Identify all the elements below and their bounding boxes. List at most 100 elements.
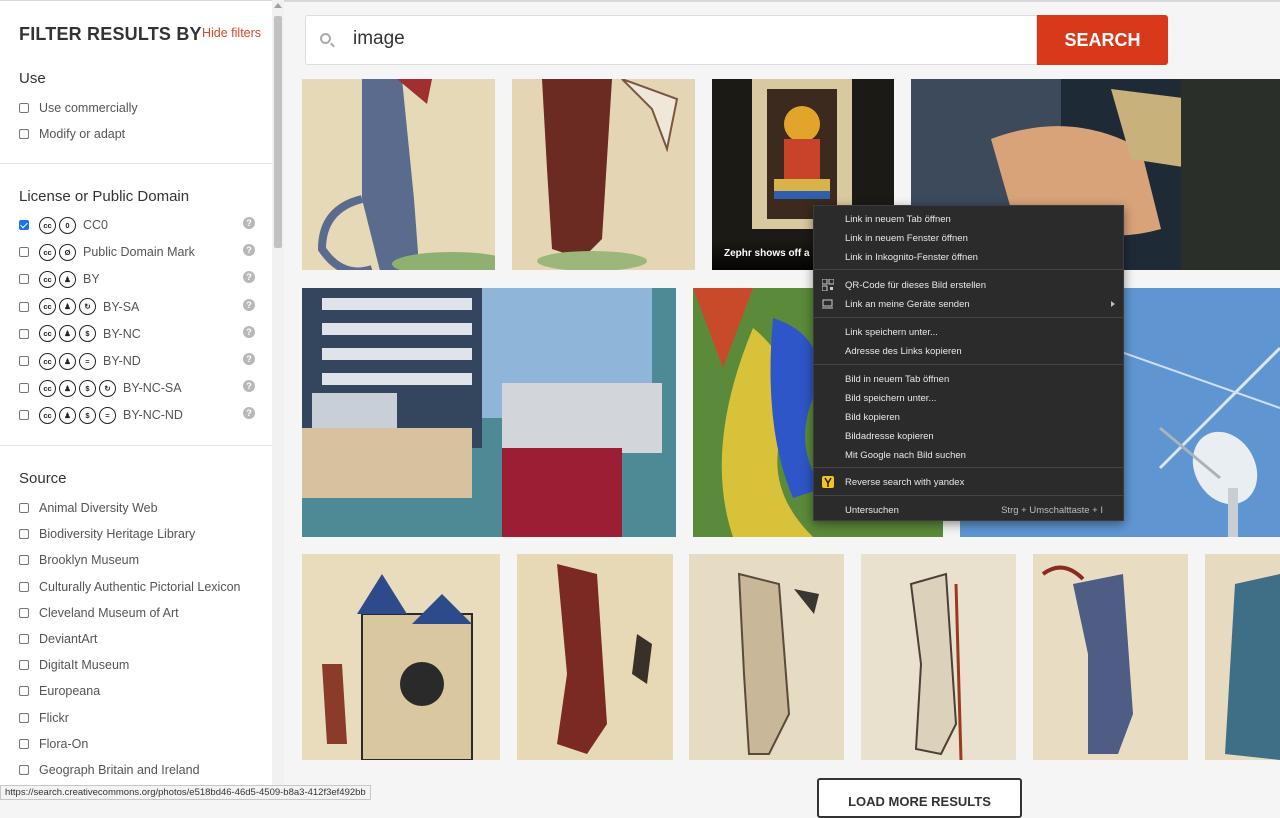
result-image-manuscript-goat[interactable]: [861, 554, 1016, 760]
modify-or-adapt-filter[interactable]: Modify or adapt: [19, 125, 125, 143]
source-filter-brooklyn-museum[interactable]: Brooklyn Museum: [19, 551, 139, 569]
by-icon: ♟: [59, 379, 76, 397]
result-image-manuscript-castle[interactable]: [302, 554, 500, 760]
menu-label: Link in neuem Fenster öffnen: [845, 232, 968, 244]
checkbox[interactable]: [19, 410, 29, 421]
menu-item-search-image-google[interactable]: Mit Google nach Bild suchen: [814, 446, 1123, 464]
help-icon[interactable]: ?: [243, 271, 255, 284]
result-thumbnail: [1205, 554, 1280, 760]
source-filter-digitait-museum[interactable]: DigitaIt Museum: [19, 656, 129, 674]
filter-label: Biodiversity Heritage Library: [39, 527, 196, 542]
result-image-manuscript-teal-beast[interactable]: [1205, 554, 1280, 760]
filter-label: Cleveland Museum of Art: [39, 605, 179, 620]
checkbox[interactable]: [19, 738, 29, 749]
by-icon: ♟: [59, 270, 76, 288]
checkbox[interactable]: [19, 607, 29, 618]
menu-item-inspect[interactable]: Untersuchen Strg + Umschalttaste + I: [814, 501, 1123, 519]
checkbox[interactable]: [19, 220, 29, 230]
help-icon[interactable]: ?: [243, 244, 255, 257]
filter-label: Flora-On: [39, 736, 89, 751]
zero-icon: 0: [59, 216, 76, 234]
result-image-blue-creature[interactable]: [302, 79, 495, 270]
source-filter-europeana[interactable]: Europeana: [19, 682, 100, 700]
result-thumbnail: [689, 554, 844, 760]
checkbox[interactable]: [19, 247, 29, 258]
search-input[interactable]: [353, 28, 953, 50]
scrollbar-thumb[interactable]: [274, 16, 282, 248]
checkbox[interactable]: [19, 383, 29, 394]
use-commercially-filter[interactable]: Use commercially: [19, 99, 138, 117]
result-image-manuscript-red-figure[interactable]: [517, 554, 673, 760]
checkbox[interactable]: [19, 103, 29, 113]
menu-item-copy-image-address[interactable]: Bildadresse kopieren: [814, 427, 1123, 445]
license-filter-by[interactable]: cc ♟ BY: [19, 270, 100, 288]
source-filter-flora-on[interactable]: Flora-On: [19, 735, 88, 753]
menu-item-reverse-search-yandex[interactable]: Reverse search with yandex: [814, 473, 1123, 491]
filter-label: DigitaIt Museum: [39, 658, 130, 673]
menu-item-open-link-new-window[interactable]: Link in neuem Fenster öffnen: [814, 229, 1123, 247]
sidebar-scrollbar[interactable]: [272, 0, 284, 800]
checkbox[interactable]: [19, 581, 29, 592]
license-filter-by-nc-nd[interactable]: cc ♟ $ = BY-NC-ND: [19, 406, 183, 424]
checkbox[interactable]: [19, 765, 29, 775]
hide-filters-link[interactable]: Hide filters: [202, 26, 261, 40]
section-divider: [0, 445, 272, 446]
source-filter-flickr[interactable]: Flickr: [19, 709, 69, 727]
search-button[interactable]: SEARCH: [1037, 15, 1168, 65]
checkbox[interactable]: [19, 555, 29, 566]
checkbox[interactable]: [19, 634, 29, 644]
load-more-button[interactable]: LOAD MORE RESULTS: [817, 778, 1022, 818]
help-icon[interactable]: ?: [243, 407, 255, 420]
checkbox[interactable]: [19, 301, 29, 312]
result-image-manuscript-blue-beast[interactable]: [1033, 554, 1188, 760]
menu-item-copy-link-address[interactable]: Adresse des Links kopieren: [814, 342, 1123, 360]
license-filter-by-nc[interactable]: cc ♟ $ BY-NC: [19, 325, 141, 343]
help-icon[interactable]: ?: [243, 298, 255, 311]
context-menu: Link in neuem Tab öffnen Link in neuem F…: [813, 205, 1124, 521]
menu-item-copy-image[interactable]: Bild kopieren: [814, 408, 1123, 426]
help-icon[interactable]: ?: [243, 353, 255, 365]
filter-label: CC0: [83, 218, 109, 232]
license-filter-cc0[interactable]: cc 0 CC0: [19, 216, 108, 234]
checkbox[interactable]: [19, 274, 29, 285]
menu-item-save-image-as[interactable]: Bild speichern unter...: [814, 389, 1123, 407]
cc-icon: cc: [39, 270, 56, 288]
checkbox[interactable]: [19, 503, 29, 513]
license-filter-by-nc-sa[interactable]: cc ♟ $ ↻ BY-NC-SA: [19, 379, 182, 397]
filter-label: BY-NC: [103, 326, 141, 341]
source-filter-biodiversity-heritage-library[interactable]: Biodiversity Heritage Library: [19, 525, 195, 543]
scroll-up-icon[interactable]: [274, 3, 282, 8]
result-image-people-laptops[interactable]: [302, 288, 676, 537]
checkbox[interactable]: [19, 660, 29, 671]
menu-item-create-qr-code[interactable]: QR-Code für dieses Bild erstellen: [814, 276, 1123, 294]
source-filter-cleveland-museum-of-art[interactable]: Cleveland Museum of Art: [19, 604, 179, 622]
source-filter-geograph-britain-and-ireland[interactable]: Geograph Britain and Ireland: [19, 761, 200, 779]
menu-item-open-image-new-tab[interactable]: Bild in neuem Tab öffnen: [814, 370, 1123, 388]
checkbox[interactable]: [19, 129, 29, 139]
filter-label: Animal Diversity Web: [39, 501, 158, 515]
result-image-manuscript-beast[interactable]: [689, 554, 844, 760]
source-filter-culturally-authentic-pictorial-lexicon[interactable]: Culturally Authentic Pictorial Lexicon: [19, 578, 241, 596]
license-filter-public-domain-mark[interactable]: cc Ø Public Domain Mark: [19, 243, 195, 261]
help-icon[interactable]: ?: [243, 380, 255, 393]
menu-item-save-link-as[interactable]: Link speichern unter...: [814, 323, 1123, 341]
checkbox[interactable]: [19, 686, 29, 697]
menu-item-open-link-new-tab[interactable]: Link in neuem Tab öffnen: [814, 210, 1123, 228]
checkbox[interactable]: [19, 328, 29, 339]
source-filter-deviantart[interactable]: DeviantArt: [19, 630, 97, 648]
checkbox[interactable]: [19, 356, 29, 366]
license-filter-by-sa[interactable]: cc ♟ ↻ BY-SA: [19, 298, 139, 316]
filter-heading: FILTER RESULTS BY: [19, 24, 202, 44]
menu-item-send-to-devices[interactable]: Link an meine Geräte senden: [814, 295, 1123, 313]
menu-item-open-link-incognito[interactable]: Link in Inkognito-Fenster öffnen: [814, 248, 1123, 266]
checkbox[interactable]: [19, 529, 29, 540]
help-icon[interactable]: ?: [243, 217, 255, 229]
help-icon[interactable]: ?: [243, 325, 255, 338]
license-icons: cc ♟ ↻: [39, 298, 96, 316]
source-filter-animal-diversity-web[interactable]: Animal Diversity Web: [19, 499, 158, 517]
result-image-brown-creature[interactable]: [512, 79, 695, 270]
devices-icon: [822, 299, 833, 309]
checkbox[interactable]: [19, 712, 29, 723]
license-filter-by-nd[interactable]: cc ♟ = BY-ND: [19, 352, 141, 370]
license-section-title: License or Public Domain: [19, 188, 190, 205]
